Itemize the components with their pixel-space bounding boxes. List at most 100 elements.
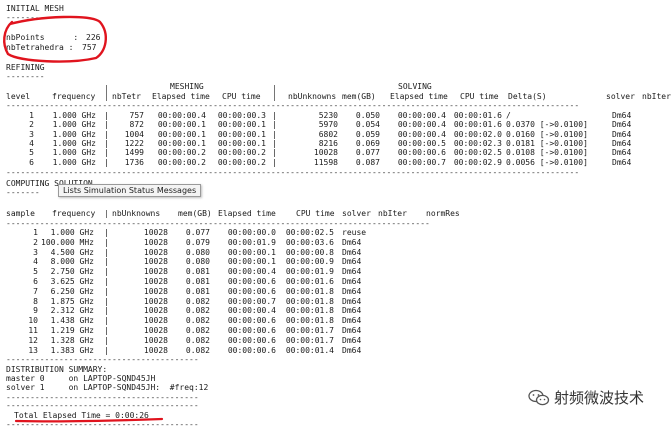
computing-cell: 7: [33, 286, 38, 296]
computing-cell: 0.081: [185, 267, 210, 277]
computing-cell: Dm64: [342, 247, 362, 257]
computing-cell: Dm64: [342, 306, 362, 316]
distribution-title: DISTRIBUTION SUMMARY:: [6, 365, 108, 374]
refining-cell: 0.077: [355, 148, 380, 158]
computing-col-header: nbIter: [378, 209, 407, 218]
computing-cell: 10028: [143, 316, 168, 326]
refining-cell: 00:00:00.5: [397, 138, 446, 148]
computing-cell: 10028: [143, 335, 168, 345]
nbpoints-value: 226: [86, 33, 101, 42]
computing-cell: 6: [33, 277, 38, 286]
refining-cell: 1.000 GHz: [52, 129, 96, 139]
refining-row-divider: |: [104, 120, 109, 130]
computing-cell: Dm64: [342, 267, 362, 277]
computing-col-header: normRes: [426, 209, 460, 218]
computing-col-header: solver: [342, 209, 371, 218]
refining-row-divider: |: [104, 138, 109, 148]
computing-cell: 00:00:00.7: [227, 296, 276, 306]
computing-cell: 00:00:02.5: [285, 228, 334, 237]
computing-cell: 4.500 GHz: [50, 247, 94, 257]
refining-col-header: nbTetr: [112, 92, 141, 101]
computing-cell: Dm64: [342, 296, 362, 306]
computing-cell: Dm64: [342, 237, 362, 247]
computing-cell: 1.875 GHz: [50, 296, 94, 306]
refining-row-divider: |: [104, 111, 109, 120]
refining-cell: 00:00:02.0: [453, 129, 502, 139]
solving-group-label: SOLVING: [398, 82, 432, 91]
distribution-master: master 0 on LAPTOP-SQND45JH: [6, 374, 156, 383]
computing-cell: 00:00:01.7: [285, 335, 334, 345]
refining-cell: 0.054: [355, 120, 380, 130]
refining-cell: 2: [29, 120, 34, 130]
computing-footer-rule: ----------------------------------------: [6, 355, 199, 364]
computing-row-divider: |: [104, 277, 109, 286]
refining-cell: 5970: [318, 120, 338, 130]
refining-cell: 00:00:00.1: [217, 138, 266, 148]
nbpoints-label: nbPoints :: [6, 33, 79, 42]
refining-col-header: CPU time: [222, 92, 261, 101]
computing-cell: 10028: [143, 306, 168, 316]
refining-cell: 757: [129, 111, 144, 120]
refining-cell: 6: [29, 157, 34, 167]
computing-row-divider: |: [104, 267, 109, 277]
nbtetrahedra-label: nbTetrahedra :: [6, 43, 74, 52]
computing-cell: 8.000 GHz: [50, 257, 94, 267]
total-rule-bottom: ----------------------------------------: [6, 420, 199, 429]
refining-cell: 8216: [318, 138, 338, 148]
refining-cell: 1.000 GHz: [52, 157, 96, 167]
refining-row-divider: |: [272, 138, 277, 148]
computing-row-divider: |: [104, 228, 109, 237]
refining-cell: 4: [29, 138, 34, 148]
refining-footer-rule: ----------------------------------------…: [6, 168, 580, 177]
refining-cell: 0.069: [355, 138, 380, 148]
refining-cell: 00:00:00.1: [157, 120, 206, 130]
computing-header-rule: ----------------------------------------…: [6, 219, 430, 228]
refining-cell: Dm64: [612, 111, 632, 120]
refining-cell: 00:00:00.1: [217, 120, 266, 130]
refining-cell: 0.0370 [->0.0100]: [506, 120, 588, 130]
computing-cell: 10028: [143, 277, 168, 286]
refining-cell: 00:00:00.6: [397, 148, 446, 158]
refining-cell: 00:00:00.4: [397, 129, 446, 139]
computing-cell: 00:00:01.8: [285, 316, 334, 326]
refining-cell: 0.0160 [->0.0100]: [506, 129, 588, 139]
refining-cell: 0.0108 [->0.0100]: [506, 148, 588, 158]
computing-cell: 1.000 GHz: [50, 228, 94, 237]
computing-cell: Dm64: [342, 286, 362, 296]
computing-underline: -------: [6, 188, 40, 197]
refining-cell: 0.050: [355, 111, 380, 120]
computing-cell: 00:00:01.8: [285, 296, 334, 306]
computing-cell: 0.082: [185, 345, 210, 355]
refining-cell: 00:00:01.6: [453, 111, 502, 120]
computing-col-header: nbUnknowns: [112, 209, 161, 218]
computing-cell: 0.080: [185, 247, 210, 257]
computing-col-header: frequency: [52, 209, 96, 218]
refining-title: REFINING: [6, 63, 45, 72]
computing-cell: 8: [33, 296, 38, 306]
refining-row-divider: |: [272, 111, 277, 120]
computing-cell: reuse: [342, 228, 367, 237]
refining-cell: 00:00:00.2: [217, 157, 266, 167]
computing-row-divider: |: [104, 316, 109, 326]
refining-cell: 00:00:00.2: [217, 148, 266, 158]
computing-cell: 3: [33, 247, 38, 257]
computing-cell: 10: [28, 316, 38, 326]
refining-cell: 0.0181 [->0.0100]: [506, 138, 588, 148]
refining-cell: 0.087: [355, 157, 380, 167]
refining-cell: 10028: [313, 148, 338, 158]
computing-cell: 10028: [143, 228, 168, 237]
distribution-solver: solver 1 on LAPTOP-SQND45JH: #freq:12: [6, 383, 209, 392]
refining-cell: 0.0056 [->0.0100]: [506, 157, 588, 167]
refining-cell: 1004: [124, 129, 144, 139]
computing-row-divider: |: [104, 345, 109, 355]
refining-row-divider: |: [272, 120, 277, 130]
computing-cell: Dm64: [342, 335, 362, 345]
refining-cell: Dm64: [612, 148, 632, 158]
refining-cell: Dm64: [612, 157, 632, 167]
refining-col-header: nbIter: [642, 92, 671, 101]
computing-cell: 2: [33, 237, 38, 247]
refining-col-header: Elapsed time: [390, 92, 448, 101]
computing-cell: Dm64: [342, 257, 362, 267]
refining-row-divider: |: [272, 129, 277, 139]
computing-row-divider: |: [104, 296, 109, 306]
